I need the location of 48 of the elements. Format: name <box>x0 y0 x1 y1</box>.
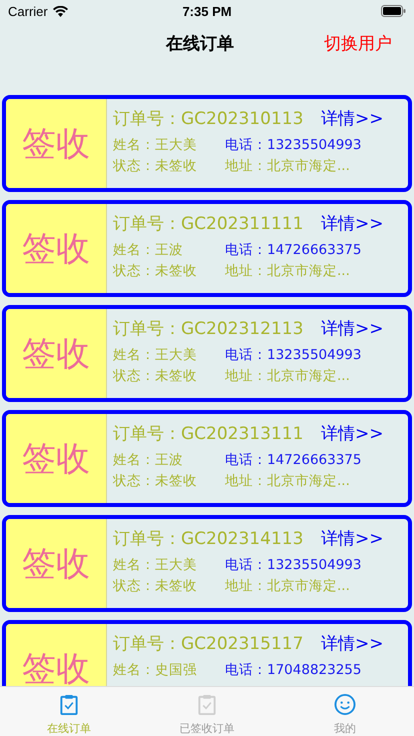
order-card[interactable]: 签收 订单号：GC202310113 详情>> 姓名：王大美 电话：13235504993 状态：未签收 地址：北京市海定... <box>2 95 412 192</box>
phone-number: 电话：14726663375 <box>225 450 362 468</box>
address: 地址：北京市海定... <box>225 472 350 490</box>
order-number: 订单号：GC202313111 <box>113 422 304 444</box>
details-link[interactable]: 详情>> <box>321 212 384 234</box>
details-link[interactable]: 详情>> <box>321 106 384 130</box>
address: 地址：北京市海定... <box>225 262 350 280</box>
order-status: 状态：未签收 <box>113 472 198 490</box>
order-number: 订单号：GC202314113 <box>113 528 304 550</box>
clipboard-icon <box>198 694 216 715</box>
customer-name: 姓名：王大美 <box>113 136 198 154</box>
order-status: 状态：未签收 <box>113 262 198 280</box>
details-link[interactable]: 详情>> <box>321 316 384 340</box>
carrier-label: Carrier <box>8 4 48 18</box>
phone-number: 电话：13235504993 <box>225 136 362 154</box>
order-card[interactable]: 签收 订单号：GC202311111 详情>> 姓名：王波 电话：14726663375 状态：未签收 地址：北京市海定... <box>2 200 412 297</box>
address: 地址：北京市海定... <box>225 576 350 594</box>
customer-name: 姓名：王波 <box>113 240 184 258</box>
battery-icon <box>381 5 406 17</box>
details-link[interactable]: 详情>> <box>321 632 384 654</box>
wifi-icon <box>52 6 68 16</box>
details-link[interactable]: 详情>> <box>321 526 384 550</box>
order-card[interactable]: 签收 订单号：GC202315117 详情>> 姓名：史国强 电话：17048823255 <box>2 620 412 686</box>
details-link[interactable]: 详情>> <box>321 422 384 444</box>
customer-name: 姓名：王大美 <box>113 346 198 364</box>
address: 地址：北京市海定... <box>225 366 350 384</box>
customer-name: 姓名：史国强 <box>113 660 198 678</box>
order-number: 订单号：GC202312113 <box>113 318 304 340</box>
phone-number: 电话：17048823255 <box>225 660 362 678</box>
customer-name: 姓名：王波 <box>113 450 184 468</box>
order-status: 状态：未签收 <box>113 576 198 594</box>
order-card[interactable]: 签收 订单号：GC202314113 详情>> 姓名：王大美 电话：13235504993 状态：未签收 地址：北京市海定... <box>2 515 412 612</box>
address: 地址：北京市海定... <box>225 156 350 174</box>
order-status: 状态：未签收 <box>113 366 198 384</box>
clipboard-icon <box>60 694 78 715</box>
time-label: 7:35 PM <box>182 4 232 18</box>
phone-number: 电话：13235504993 <box>225 556 362 574</box>
phone-number: 电话：14726663375 <box>225 240 362 258</box>
phone-number: 电话：13235504993 <box>225 346 362 364</box>
order-number: 订单号：GC202311111 <box>113 212 304 234</box>
nav-title: 在线订单 <box>166 32 234 54</box>
order-card[interactable]: 签收 订单号：GC202312113 详情>> 姓名：王大美 电话：13235504993 状态：未签收 地址：北京市海定... <box>2 305 412 402</box>
order-card[interactable]: 签收 订单号：GC202313111 详情>> 姓名：王波 电话：14726663375 状态：未签收 地址：北京市海定... <box>2 410 412 507</box>
smiley-icon <box>334 694 356 715</box>
order-number: 订单号：GC202310113 <box>113 108 304 130</box>
order-number: 订单号：GC202315117 <box>113 632 304 654</box>
customer-name: 姓名：王大美 <box>113 556 198 574</box>
order-status: 状态：未签收 <box>113 156 198 174</box>
